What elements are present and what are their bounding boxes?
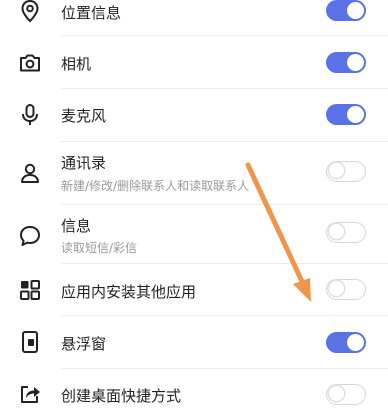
toggle-knob bbox=[347, 334, 364, 351]
permission-label: 通讯录 bbox=[61, 154, 107, 172]
divider bbox=[61, 141, 388, 142]
permission-label: 相机 bbox=[61, 55, 92, 73]
microphone-icon bbox=[17, 102, 43, 128]
location-pin-icon bbox=[17, 0, 43, 24]
permission-row-camera[interactable]: 相机 bbox=[0, 50, 388, 76]
shortcut-share-icon bbox=[17, 381, 43, 407]
permission-row-desktop-shortcut[interactable]: 创建桌面快捷方式 bbox=[0, 381, 388, 407]
permission-row-microphone[interactable]: 麦克风 bbox=[0, 102, 388, 128]
toggle-knob bbox=[347, 2, 364, 19]
permissions-list: 位置信息 相机 麦克风 通讯录 新建/修改/删除联系人和读取联系人 信息 读取短… bbox=[0, 0, 388, 415]
permission-description: 新建/修改/删除联系人和读取联系人 bbox=[61, 179, 250, 193]
divider bbox=[61, 35, 388, 36]
contact-person-icon bbox=[17, 160, 43, 186]
permission-label: 应用内安装其他应用 bbox=[61, 283, 197, 301]
divider bbox=[61, 88, 388, 89]
permission-row-install-apps[interactable]: 应用内安装其他应用 bbox=[0, 277, 388, 303]
permission-row-floating-window[interactable]: 悬浮窗 bbox=[0, 329, 388, 355]
camera-icon bbox=[17, 50, 43, 76]
permission-toggle[interactable] bbox=[326, 279, 366, 300]
divider bbox=[61, 204, 388, 205]
floating-window-icon bbox=[17, 329, 43, 355]
permission-toggle[interactable] bbox=[326, 161, 366, 182]
permission-label: 悬浮窗 bbox=[61, 335, 107, 353]
divider bbox=[61, 263, 388, 264]
message-bubble-icon bbox=[17, 223, 43, 249]
toggle-knob bbox=[329, 386, 344, 401]
permission-row-contacts[interactable]: 通讯录 新建/修改/删除联系人和读取联系人 bbox=[0, 150, 388, 200]
permission-label: 信息 bbox=[61, 217, 92, 235]
toggle-knob bbox=[347, 106, 364, 123]
permission-label: 位置信息 bbox=[61, 4, 122, 22]
permission-toggle[interactable] bbox=[326, 52, 366, 73]
permission-row-messages[interactable]: 信息 读取短信/彩信 bbox=[0, 213, 388, 263]
toggle-knob bbox=[329, 163, 344, 178]
permission-row-location[interactable]: 位置信息 bbox=[0, 0, 388, 26]
toggle-knob bbox=[329, 281, 344, 296]
toggle-knob bbox=[329, 224, 344, 239]
app-grid-icon bbox=[17, 277, 43, 303]
permission-toggle[interactable] bbox=[326, 332, 366, 353]
divider bbox=[61, 368, 388, 369]
permission-label: 创建桌面快捷方式 bbox=[61, 387, 182, 405]
permission-label: 麦克风 bbox=[61, 107, 107, 125]
permission-toggle[interactable] bbox=[326, 384, 366, 405]
divider bbox=[61, 315, 388, 316]
permission-toggle[interactable] bbox=[326, 104, 366, 125]
permission-toggle[interactable] bbox=[326, 222, 366, 243]
toggle-knob bbox=[347, 54, 364, 71]
permission-toggle[interactable] bbox=[326, 0, 366, 21]
permission-description: 读取短信/彩信 bbox=[61, 241, 138, 255]
